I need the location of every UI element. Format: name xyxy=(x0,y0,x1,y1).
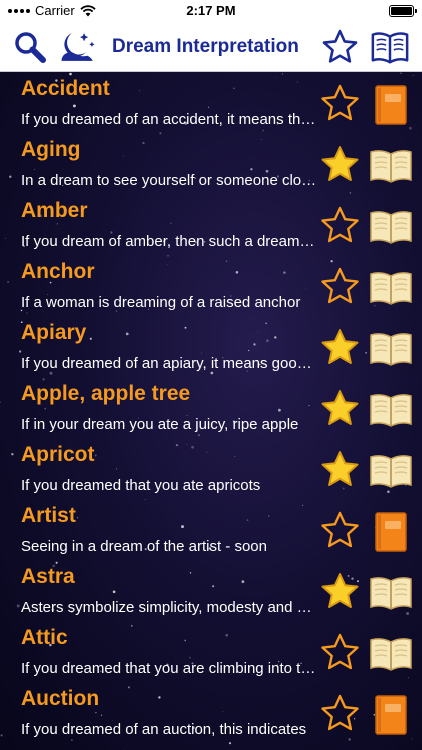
read-book-button[interactable] xyxy=(369,632,413,676)
clock: 2:17 PM xyxy=(186,3,236,18)
dream-description: If you dreamed that you ate apricots xyxy=(21,477,261,494)
star-outline-icon xyxy=(321,206,359,243)
dream-title: Attic xyxy=(21,626,68,649)
dream-description: If a woman is dreaming of a raised ancho… xyxy=(21,294,301,311)
favorite-toggle[interactable] xyxy=(319,144,361,186)
status-bar: Carrier 2:17 PM xyxy=(0,0,422,22)
search-icon xyxy=(15,32,46,63)
star-outline-icon xyxy=(321,633,359,670)
dream-title: Artist xyxy=(21,504,76,527)
dream-description: Asters symbolize simplicity, modesty and… xyxy=(21,599,317,616)
dream-title: Aging xyxy=(21,138,81,161)
dream-row[interactable]: Apricot If you dreamed that you ate apric… xyxy=(0,440,422,501)
moon-stars-icon xyxy=(61,33,95,61)
dream-row[interactable]: Artist Seeing in a dream of the artist - … xyxy=(0,501,422,562)
dream-description: If in your dream you ate a juicy, ripe a… xyxy=(21,416,299,433)
dream-title: Apple, apple tree xyxy=(21,382,191,405)
dream-title: Anchor xyxy=(21,260,95,283)
dream-title: Astra xyxy=(21,565,75,588)
dream-row[interactable]: Apiary If you dreamed of an apiary, it me… xyxy=(0,318,422,379)
open-book-icon xyxy=(370,272,412,305)
read-book-button[interactable] xyxy=(369,144,413,188)
dream-row[interactable]: Amber If you dream of amber, then such a … xyxy=(0,196,422,257)
open-book-icon xyxy=(371,32,409,64)
dream-row[interactable]: Auction If you dreamed of an auction, thi… xyxy=(0,684,422,745)
dream-title: Apricot xyxy=(21,443,95,466)
read-book-button[interactable] xyxy=(369,327,413,371)
search-button[interactable] xyxy=(10,27,50,67)
read-book-button[interactable] xyxy=(369,388,413,432)
dream-row[interactable]: Attic If you dreamed that you are climbin… xyxy=(0,623,422,684)
star-filled-icon xyxy=(321,146,359,181)
open-book-icon xyxy=(370,455,412,488)
dream-row[interactable]: Anchor If a woman is dreaming of a raised… xyxy=(0,257,422,318)
open-book-icon xyxy=(370,150,412,183)
star-filled-icon xyxy=(321,573,359,608)
star-outline-icon xyxy=(321,694,359,731)
favorite-toggle[interactable] xyxy=(319,571,361,613)
open-book-icon xyxy=(370,211,412,244)
dream-row[interactable]: Apple, apple tree If in your dream you at… xyxy=(0,379,422,440)
dream-description: If you dreamed that you are climbing int… xyxy=(21,660,317,677)
favorite-toggle[interactable] xyxy=(319,693,361,735)
favorite-toggle[interactable] xyxy=(319,327,361,369)
favorite-toggle[interactable] xyxy=(319,449,361,491)
battery-icon xyxy=(389,5,417,17)
favorite-toggle[interactable] xyxy=(319,632,361,674)
star-outline-icon xyxy=(321,511,359,548)
read-book-button[interactable] xyxy=(369,571,413,615)
dream-row[interactable]: Aging In a dream to see yourself or someo… xyxy=(0,135,422,196)
star-outline-icon xyxy=(321,84,359,121)
read-book-button[interactable] xyxy=(369,83,413,127)
dream-description: If you dreamed of an apiary, it means go… xyxy=(21,355,317,372)
page-title: Dream Interpretation xyxy=(112,36,299,57)
read-book-button[interactable] xyxy=(369,266,413,310)
dream-title: Apiary xyxy=(21,321,87,344)
dream-list[interactable]: Accident If you dreamed of an accident, i… xyxy=(0,72,422,750)
favorite-toggle[interactable] xyxy=(319,388,361,430)
dream-description: Seeing in a dream of the artist - soon xyxy=(21,538,267,555)
favorite-toggle[interactable] xyxy=(319,83,361,125)
star-outline-icon xyxy=(322,29,358,63)
open-book-icon xyxy=(370,333,412,366)
dream-title: Auction xyxy=(21,687,100,710)
dream-title: Amber xyxy=(21,199,88,222)
open-book-icon xyxy=(370,394,412,427)
dream-book-button[interactable] xyxy=(58,27,98,67)
dream-row[interactable]: Astra Asters symbolize simplicity, modest… xyxy=(0,562,422,623)
closed-book-icon xyxy=(375,512,407,552)
star-outline-icon xyxy=(321,267,359,304)
favorite-toggle[interactable] xyxy=(319,266,361,308)
dictionary-button[interactable] xyxy=(370,27,410,67)
open-book-icon xyxy=(370,638,412,671)
dream-description: If you dream of amber, then such a dream… xyxy=(21,233,317,250)
dream-description: If you dreamed of an accident, it means … xyxy=(21,111,317,128)
favorite-toggle[interactable] xyxy=(319,205,361,247)
star-filled-icon xyxy=(321,451,359,486)
dream-title: Accident xyxy=(21,77,110,100)
star-filled-icon xyxy=(321,390,359,425)
star-filled-icon xyxy=(321,329,359,364)
dream-row[interactable]: Accident If you dreamed of an accident, i… xyxy=(0,74,422,135)
favorites-button[interactable] xyxy=(320,27,360,67)
favorite-toggle[interactable] xyxy=(319,510,361,552)
dream-description: If you dreamed of an auction, this indic… xyxy=(21,721,307,738)
open-book-icon xyxy=(370,577,412,610)
navigation-bar: Dream Interpretation xyxy=(0,22,422,72)
read-book-button[interactable] xyxy=(369,693,413,737)
dream-description: In a dream to see yourself or someone cl… xyxy=(21,172,317,189)
closed-book-icon xyxy=(375,695,407,735)
closed-book-icon xyxy=(375,85,407,125)
read-book-button[interactable] xyxy=(369,449,413,493)
read-book-button[interactable] xyxy=(369,510,413,554)
read-book-button[interactable] xyxy=(369,205,413,249)
